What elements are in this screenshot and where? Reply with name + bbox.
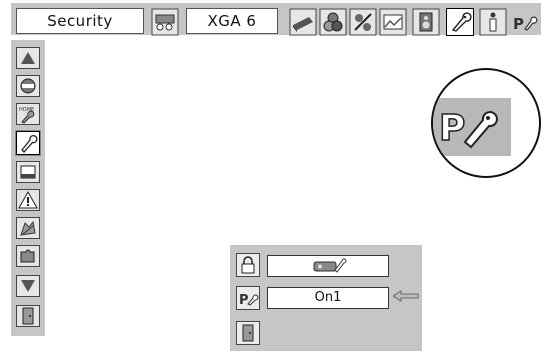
left-arrow-pointer-icon (393, 290, 419, 302)
pin-lock-icon[interactable]: P (236, 286, 260, 310)
pin-code-magnifier: P (431, 68, 541, 178)
pin-code-large-icon: P (438, 107, 498, 150)
lock-value-field[interactable] (267, 255, 389, 277)
hand-tool-icon[interactable] (16, 217, 40, 239)
puzzle-icon[interactable] (16, 245, 40, 267)
pin-code-icon[interactable]: P (511, 8, 539, 36)
pin-value-field[interactable]: On1 (267, 287, 389, 309)
color-icon[interactable] (319, 8, 347, 36)
sound-icon[interactable] (412, 8, 440, 36)
input-icon[interactable] (151, 8, 179, 36)
security-icon[interactable] (446, 8, 474, 36)
svg-text:P: P (239, 293, 249, 308)
warning-icon[interactable] (16, 189, 40, 211)
screen-icon[interactable] (16, 161, 40, 183)
lock-exit-icon[interactable] (16, 75, 40, 97)
setting-icon[interactable] (349, 8, 377, 36)
projector-lock-icon (313, 258, 347, 273)
padlock-icon[interactable] (236, 253, 260, 277)
menu-title: Security (16, 8, 144, 34)
display-icon[interactable] (289, 8, 317, 36)
panel-exit-icon[interactable] (236, 321, 260, 345)
svg-text:P: P (439, 108, 465, 149)
up-arrow-icon[interactable] (16, 47, 40, 69)
exit-door-icon[interactable] (16, 305, 40, 327)
info-icon[interactable] (479, 8, 507, 36)
expand-icon[interactable] (379, 8, 407, 36)
resolution-display: XGA 6 (186, 8, 278, 34)
down-arrow-icon[interactable] (16, 275, 40, 297)
svg-text:P: P (513, 15, 524, 33)
home-setting-icon[interactable]: HOME (16, 103, 40, 125)
key-icon[interactable] (16, 131, 40, 155)
